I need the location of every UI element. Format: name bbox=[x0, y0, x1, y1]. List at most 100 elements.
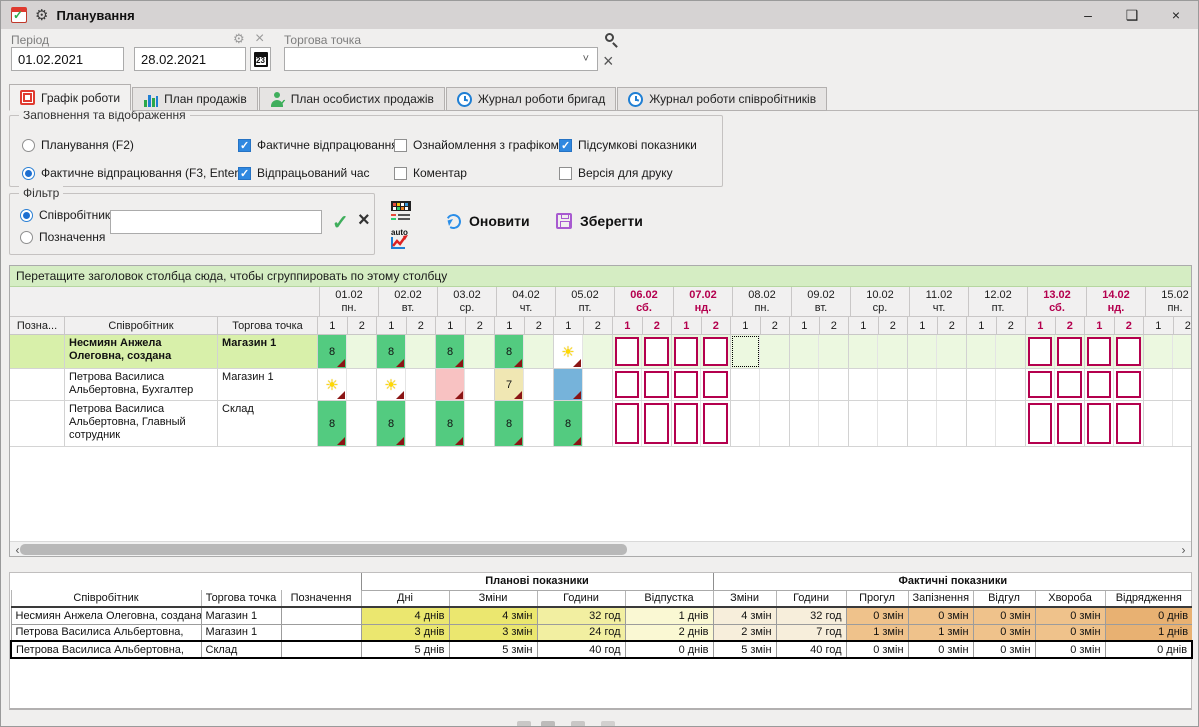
schedule-cell[interactable] bbox=[908, 401, 937, 446]
horizontal-scrollbar[interactable]: ‹ › bbox=[10, 541, 1191, 556]
slot-header[interactable]: 2 bbox=[643, 317, 673, 334]
summary-column-header[interactable]: Торгова точка bbox=[201, 590, 281, 607]
trade-point-column-header[interactable]: Торгова точка bbox=[218, 317, 318, 334]
schedule-cell[interactable] bbox=[996, 335, 1025, 368]
summary-column-header[interactable]: Співробітник bbox=[11, 590, 201, 607]
schedule-cell[interactable]: ☀ bbox=[377, 369, 406, 400]
tab-brigade-work-journal[interactable]: Журнал роботи бригад bbox=[446, 87, 616, 111]
summary-column-header[interactable]: Хвороба bbox=[1035, 590, 1105, 607]
day-column-header[interactable]: 14.02нд. bbox=[1087, 287, 1146, 316]
refresh-button[interactable]: Оновити bbox=[446, 213, 530, 229]
schedule-cell[interactable] bbox=[908, 335, 937, 368]
schedule-cell[interactable] bbox=[996, 369, 1025, 400]
slot-header[interactable]: 2 bbox=[348, 317, 378, 334]
schedule-cell[interactable] bbox=[1055, 335, 1084, 368]
schedule-cell[interactable] bbox=[790, 335, 819, 368]
save-button[interactable]: Зберегти bbox=[556, 213, 643, 229]
tab-personal-sales-plan[interactable]: ✓План особистих продажів bbox=[259, 87, 445, 111]
checkbox-actual-work[interactable]: Фактичне відпрацювання bbox=[238, 138, 398, 152]
slot-header[interactable]: 2 bbox=[761, 317, 791, 334]
period-calendar-button[interactable]: 23 bbox=[250, 47, 271, 71]
summary-column-header[interactable]: Зміни bbox=[449, 590, 537, 607]
slot-header[interactable]: 1 bbox=[790, 317, 820, 334]
schedule-cell[interactable] bbox=[406, 401, 435, 446]
summary-column-header[interactable]: Дні bbox=[361, 590, 449, 607]
schedule-cell[interactable] bbox=[701, 335, 730, 368]
day-column-header[interactable]: 08.02пн. bbox=[733, 287, 792, 316]
slot-header[interactable]: 1 bbox=[613, 317, 643, 334]
summary-column-header[interactable]: Години bbox=[776, 590, 846, 607]
summary-column-header[interactable]: Позначення bbox=[281, 590, 361, 607]
schedule-cell[interactable]: 8 bbox=[318, 335, 347, 368]
auto-chart-icon[interactable]: auto bbox=[389, 227, 413, 251]
schedule-cell[interactable] bbox=[642, 401, 671, 446]
checkbox-print-version[interactable]: Версія для друку bbox=[559, 166, 673, 180]
slot-header[interactable]: 2 bbox=[820, 317, 850, 334]
slot-header[interactable]: 2 bbox=[938, 317, 968, 334]
schedule-cell[interactable] bbox=[1055, 369, 1084, 400]
slot-header[interactable]: 1 bbox=[554, 317, 584, 334]
schedule-cell[interactable] bbox=[1144, 401, 1173, 446]
scroll-right-icon[interactable]: › bbox=[1176, 542, 1191, 557]
gear-icon[interactable]: ⚙ bbox=[35, 6, 48, 24]
schedule-cell[interactable]: 8 bbox=[495, 401, 524, 446]
slot-header[interactable]: 2 bbox=[879, 317, 909, 334]
schedule-cell[interactable] bbox=[790, 401, 819, 446]
trade-point-clear-icon[interactable]: × bbox=[603, 53, 614, 69]
schedule-cell[interactable] bbox=[878, 401, 907, 446]
day-column-header[interactable]: 09.02вт. bbox=[792, 287, 851, 316]
slot-header[interactable]: 2 bbox=[525, 317, 555, 334]
schedule-cell[interactable]: ☀ bbox=[554, 335, 583, 368]
schedule-cell[interactable] bbox=[1085, 335, 1114, 368]
schedule-cell[interactable] bbox=[937, 335, 966, 368]
schedule-cell[interactable] bbox=[1026, 369, 1055, 400]
checkbox-comment[interactable]: Коментар bbox=[394, 166, 467, 180]
schedule-cell[interactable] bbox=[524, 335, 553, 368]
filter-apply-button[interactable]: ✓ bbox=[332, 210, 349, 235]
schedule-cell[interactable] bbox=[701, 401, 730, 446]
employee-column-header[interactable]: Співробітник bbox=[65, 317, 218, 334]
slot-header[interactable]: 2 bbox=[584, 317, 614, 334]
schedule-cell[interactable] bbox=[937, 369, 966, 400]
day-column-header[interactable]: 05.02пт. bbox=[556, 287, 615, 316]
slot-header[interactable]: 1 bbox=[318, 317, 348, 334]
slot-header[interactable]: 1 bbox=[1144, 317, 1174, 334]
day-column-header[interactable]: 03.02ср. bbox=[438, 287, 497, 316]
schedule-cell[interactable] bbox=[347, 335, 376, 368]
slot-header[interactable]: 1 bbox=[849, 317, 879, 334]
slot-header[interactable]: 1 bbox=[908, 317, 938, 334]
tab-employee-work-journal[interactable]: Журнал роботи співробітників bbox=[617, 87, 827, 111]
day-column-header[interactable]: 07.02нд. bbox=[674, 287, 733, 316]
scrollbar-thumb[interactable] bbox=[20, 544, 627, 555]
schedule-cell[interactable] bbox=[1026, 335, 1055, 368]
schedule-cell[interactable] bbox=[613, 369, 642, 400]
schedule-cell[interactable] bbox=[672, 335, 701, 368]
slot-header[interactable]: 1 bbox=[377, 317, 407, 334]
schedule-cell[interactable] bbox=[1085, 369, 1114, 400]
day-column-header[interactable]: 02.02вт. bbox=[379, 287, 438, 316]
schedule-cell[interactable] bbox=[760, 369, 789, 400]
schedule-cell[interactable] bbox=[1114, 401, 1143, 446]
trade-point-combobox[interactable]: ˅ bbox=[284, 47, 598, 71]
slot-header[interactable]: 1 bbox=[495, 317, 525, 334]
schedule-cell[interactable] bbox=[760, 335, 789, 368]
schedule-cell[interactable] bbox=[1144, 335, 1173, 368]
schedule-cell[interactable] bbox=[1114, 369, 1143, 400]
schedule-cell[interactable] bbox=[760, 401, 789, 446]
summary-column-header[interactable]: Відрядження bbox=[1105, 590, 1192, 607]
schedule-cell[interactable] bbox=[967, 335, 996, 368]
schedule-cell[interactable]: 8 bbox=[377, 335, 406, 368]
schedule-cell[interactable] bbox=[347, 369, 376, 400]
day-column-header[interactable]: 11.02чт. bbox=[910, 287, 969, 316]
schedule-cell[interactable]: 8 bbox=[554, 401, 583, 446]
schedule-cell[interactable]: 8 bbox=[318, 401, 347, 446]
slot-header[interactable]: 2 bbox=[702, 317, 732, 334]
group-by-bar[interactable]: Перетащите заголовок столбца сюда, чтобы… bbox=[10, 266, 1191, 287]
summary-row[interactable]: Петрова Василиса Альбертовна,Магазин 13 … bbox=[11, 624, 1192, 641]
schedule-cell[interactable]: 7 bbox=[495, 369, 524, 400]
color-table-icon[interactable] bbox=[389, 199, 413, 223]
schedule-cell[interactable] bbox=[1055, 401, 1084, 446]
radio-planning[interactable]: Планування (F2) bbox=[22, 138, 134, 152]
schedule-cell[interactable] bbox=[1114, 335, 1143, 368]
summary-column-header[interactable]: Години bbox=[537, 590, 625, 607]
